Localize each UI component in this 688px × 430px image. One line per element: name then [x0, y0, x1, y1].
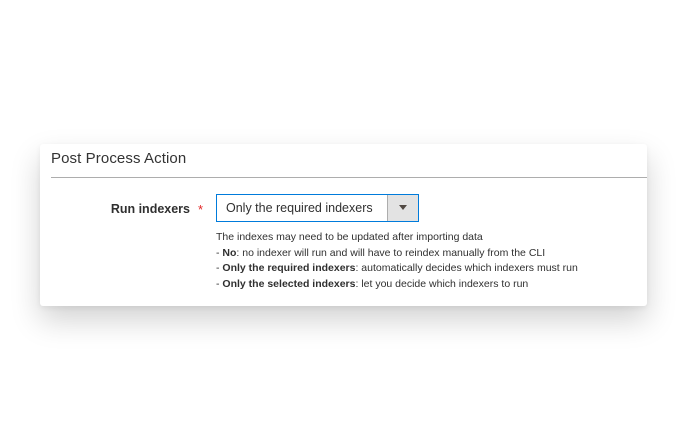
run-indexers-selected-value: Only the required indexers [226, 201, 373, 215]
note-option-no: - No: no indexer will run and will have … [216, 246, 546, 259]
note-option-selected: - Only the selected indexers: let you de… [216, 277, 529, 290]
option-name: Only the required indexers [222, 262, 356, 274]
section-divider [51, 177, 647, 178]
option-name: Only the selected indexers [222, 277, 356, 290]
triangle-down-icon [399, 205, 407, 210]
dropdown-toggle[interactable] [387, 195, 418, 221]
required-indicator: * [198, 202, 204, 217]
post-process-action-section: Post Process Action Run indexers * Only … [40, 144, 647, 306]
section-title: Post Process Action [51, 150, 187, 167]
run-indexers-select[interactable]: Only the required indexers [216, 194, 419, 222]
note-option-required: - Only the required indexers: automatica… [216, 262, 578, 274]
option-name: No [222, 246, 237, 259]
run-indexers-label: Run indexers [110, 202, 190, 216]
field-note: The indexes may need to be updated after… [216, 230, 578, 292]
note-intro: The indexes may need to be updated after… [216, 231, 483, 243]
